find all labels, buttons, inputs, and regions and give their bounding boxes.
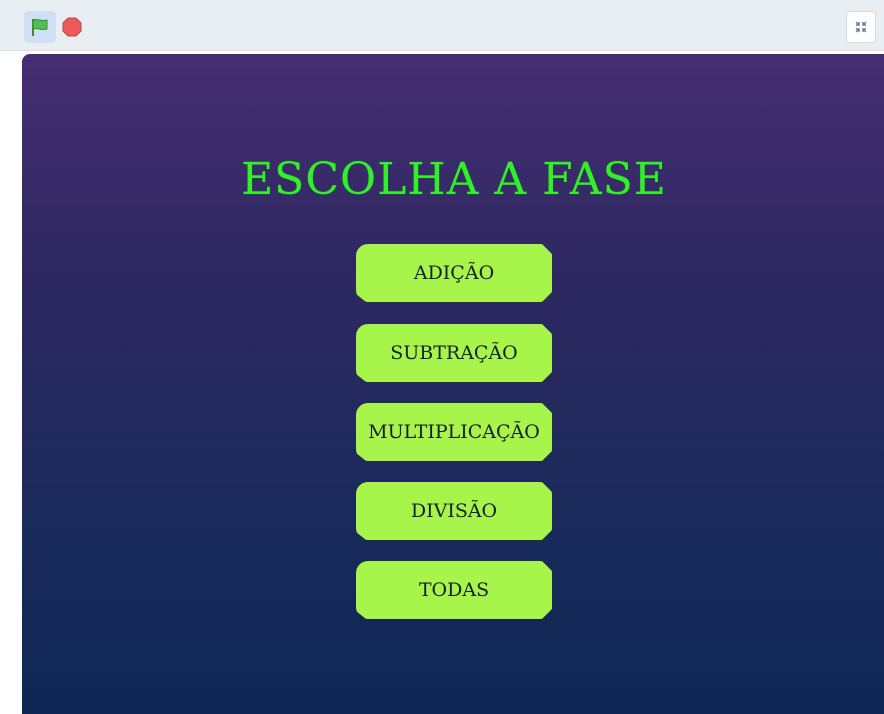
green-flag-button[interactable] <box>24 11 56 43</box>
division-button[interactable]: DIVISÃO <box>356 482 552 540</box>
addition-button[interactable]: ADIÇÃO <box>356 244 552 302</box>
multiplication-button[interactable]: MULTIPLICAÇÃO <box>356 403 552 461</box>
green-flag-icon <box>32 18 48 36</box>
stage-toolbar <box>0 0 884 51</box>
stop-icon <box>62 17 82 37</box>
page-title: ESCOLHA A FASE <box>241 154 667 205</box>
game-stage[interactable]: ESCOLHA A FASE ADIÇÃO SUBTRAÇÃO MULTIPLI… <box>22 54 884 714</box>
subtraction-button[interactable]: SUBTRAÇÃO <box>356 324 552 382</box>
stop-button[interactable] <box>56 11 88 43</box>
all-button[interactable]: TODAS <box>356 561 552 619</box>
exit-fullscreen-icon <box>855 21 867 33</box>
exit-fullscreen-button[interactable] <box>846 11 876 43</box>
